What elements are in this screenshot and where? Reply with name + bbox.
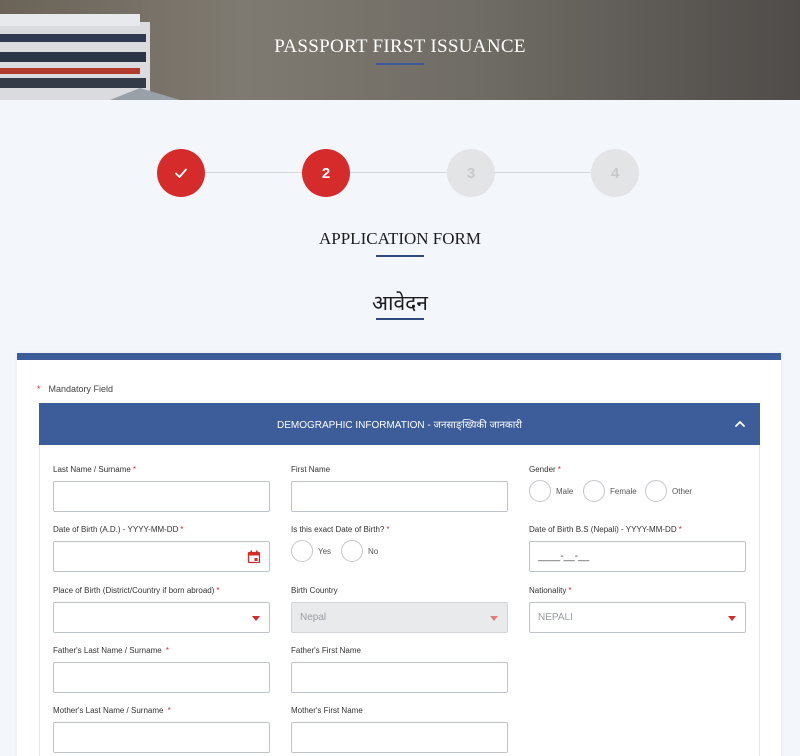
form-title-english: APPLICATION FORM — [319, 229, 481, 248]
mother-first-name-input[interactable] — [291, 722, 508, 753]
gender-label: Gender * — [529, 465, 561, 474]
form-title-nepali: आवेदन — [372, 292, 428, 315]
calendar-icon[interactable] — [247, 550, 261, 564]
step-number: 3 — [466, 164, 476, 182]
header-underline — [376, 63, 424, 65]
radio-button[interactable] — [583, 480, 605, 502]
gender-radio-male[interactable]: Male — [529, 480, 573, 502]
father-last-name-label: Father's Last Name / Surname * — [53, 646, 170, 655]
dob-bs-input[interactable]: ____-__-__ — [529, 541, 746, 572]
step-number: 2 — [321, 164, 331, 182]
mandatory-text: Mandatory Field — [48, 384, 114, 394]
title-underline — [376, 255, 424, 257]
stepper-connector — [495, 172, 593, 173]
checkmark-icon — [175, 168, 187, 178]
dob-ad-input[interactable] — [53, 541, 270, 572]
nationality-label: Nationality * — [529, 586, 572, 595]
father-last-name-input[interactable] — [53, 662, 270, 693]
header-banner: PASSPORT FIRST ISSUANCE — [0, 0, 800, 100]
nationality-select[interactable]: NEPALI — [529, 602, 746, 633]
stepper-connector — [205, 172, 303, 173]
step-3[interactable]: 3 — [447, 149, 495, 197]
demographic-section-body: Last Name / Surname * First Name Gender * … — [39, 445, 760, 756]
gender-radio-other[interactable]: Other — [645, 480, 692, 502]
exact-dob-radio-no[interactable]: No — [341, 540, 378, 562]
chevron-up-icon[interactable] — [734, 418, 746, 430]
first-name-input[interactable] — [291, 481, 508, 512]
stepper-connector — [350, 172, 448, 173]
last-name-input[interactable] — [53, 481, 270, 512]
dropdown-caret-icon — [728, 616, 736, 621]
first-name-label: First Name — [291, 465, 331, 474]
section-title: DEMOGRAPHIC INFORMATION - जनसाङ्ख्यिकी ज… — [277, 420, 522, 431]
father-first-name-input[interactable] — [291, 662, 508, 693]
step-number: 4 — [610, 164, 620, 182]
page-header-title: PASSPORT FIRST ISSUANCE — [274, 36, 526, 57]
step-2-current[interactable]: 2 — [302, 149, 350, 197]
mother-last-name-input[interactable] — [53, 722, 270, 753]
mandatory-note: * Mandatory Field — [37, 384, 113, 394]
step-4[interactable]: 4 — [591, 149, 639, 197]
mother-first-name-label: Mother's First Name — [291, 706, 363, 715]
place-of-birth-label: Place of Birth (District/Country if born… — [53, 586, 220, 595]
mother-last-name-label: Mother's Last Name / Surname * — [53, 706, 171, 715]
application-form-card: * Mandatory Field DEMOGRAPHIC INFORMATION… — [17, 353, 781, 756]
father-first-name-label: Father's First Name — [291, 646, 361, 655]
radio-button[interactable] — [529, 480, 551, 502]
demographic-section-header[interactable]: DEMOGRAPHIC INFORMATION - जनसाङ्ख्यिकी ज… — [39, 403, 760, 445]
radio-button[interactable] — [645, 480, 667, 502]
radio-button[interactable] — [341, 540, 363, 562]
step-1-completed[interactable] — [157, 149, 205, 197]
last-name-label: Last Name / Surname * — [53, 465, 136, 474]
dropdown-caret-icon — [490, 616, 498, 621]
birth-country-select: Nepal — [291, 602, 508, 633]
exact-dob-label: Is this exact Date of Birth? * — [291, 525, 390, 534]
dob-ad-label: Date of Birth (A.D.) - YYYY-MM-DD * — [53, 525, 184, 534]
exact-dob-radio-yes[interactable]: Yes — [291, 540, 331, 562]
radio-button[interactable] — [291, 540, 313, 562]
dropdown-caret-icon — [252, 616, 260, 621]
dob-bs-label: Date of Birth B.S (Nepali) - YYYY-MM-DD * — [529, 525, 682, 534]
title-underline — [376, 318, 424, 320]
required-asterisk: * — [37, 384, 41, 394]
birth-country-label: Birth Country — [291, 586, 338, 595]
gender-radio-female[interactable]: Female — [583, 480, 637, 502]
place-of-birth-select[interactable] — [53, 602, 270, 633]
